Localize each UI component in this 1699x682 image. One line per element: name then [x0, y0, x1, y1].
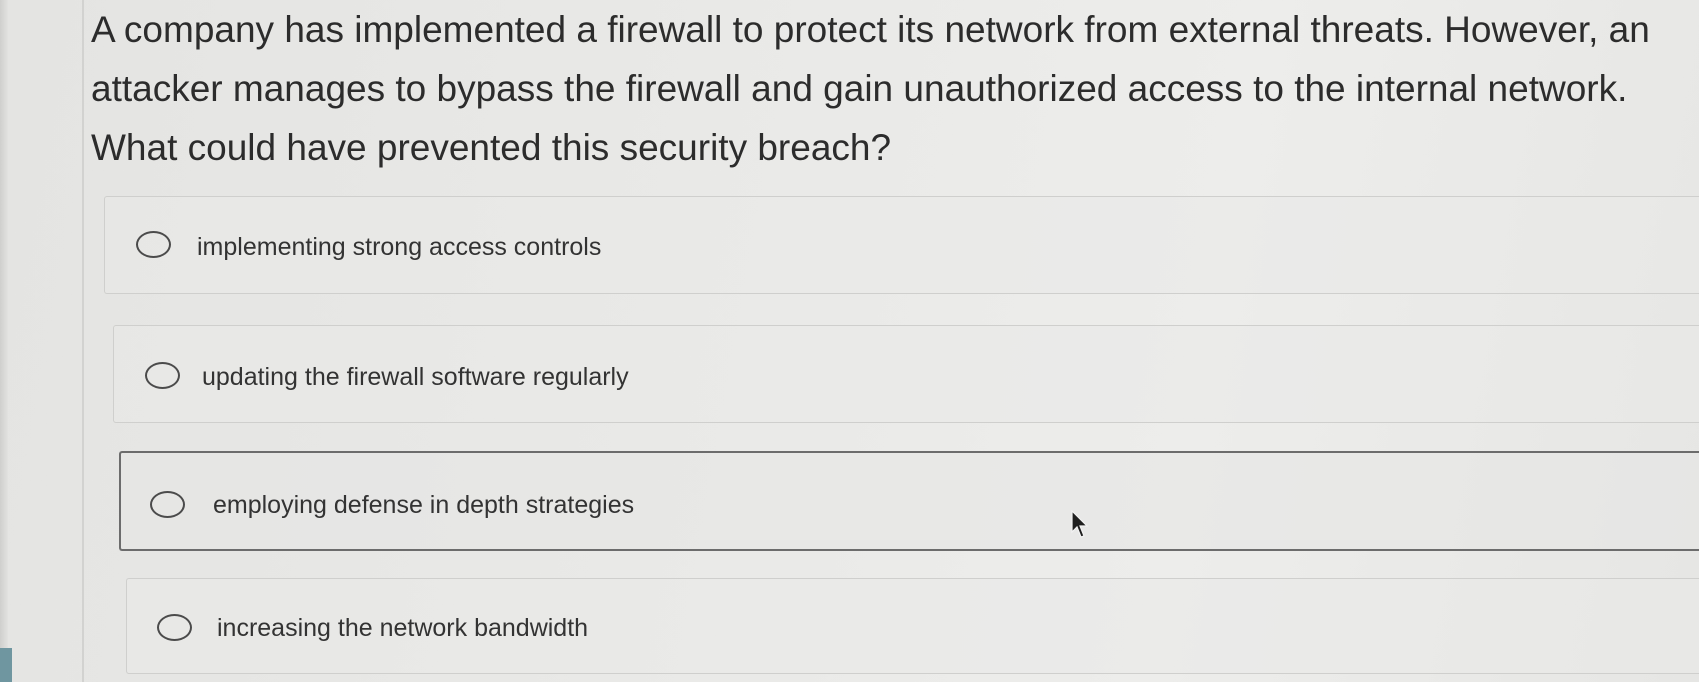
question-text: A company has implemented a firewall to … [91, 0, 1699, 177]
mouse-pointer-icon [1071, 510, 1089, 538]
answer-option-1[interactable]: implementing strong access controls [104, 196, 1699, 294]
answer-option-3[interactable]: employing defense in depth strategies [119, 451, 1699, 551]
answer-option-label: implementing strong access controls [197, 233, 602, 261]
answer-option-label: increasing the network bandwidth [217, 614, 589, 642]
radio-button-icon[interactable] [136, 231, 171, 258]
question-line-1: A company has implemented a firewall to … [91, 9, 1650, 50]
left-progress-marker [0, 648, 12, 682]
left-edge-strip [0, 0, 8, 682]
radio-button-icon[interactable] [145, 362, 180, 389]
question-line-2: attacker manages to bypass the firewall … [91, 68, 1628, 109]
answer-option-label: updating the firewall software regularly [202, 363, 629, 391]
radio-button-icon[interactable] [150, 491, 185, 518]
answer-option-4[interactable]: increasing the network bandwidth [126, 578, 1699, 674]
question-line-3: What could have prevented this security … [91, 127, 892, 168]
answer-option-label: employing defense in depth strategies [213, 491, 635, 519]
content-left-divider [82, 0, 84, 682]
radio-button-icon[interactable] [157, 614, 192, 641]
answer-option-2[interactable]: updating the firewall software regularly [113, 325, 1699, 423]
